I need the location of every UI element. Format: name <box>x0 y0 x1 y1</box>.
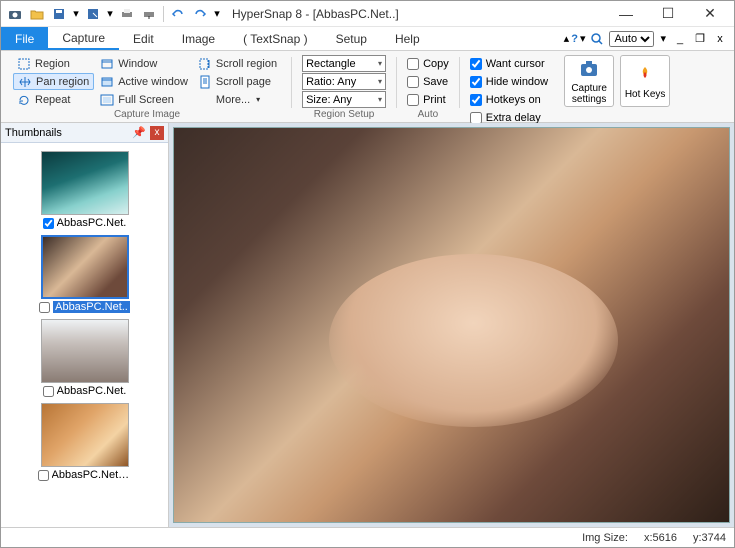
more-icon <box>198 93 212 107</box>
status-x: x:5616 <box>644 532 677 544</box>
status-y: y:3744 <box>693 532 726 544</box>
hot-keys-button[interactable]: Hot Keys <box>620 55 670 107</box>
capture-settings-button[interactable]: Capture settings <box>564 55 614 107</box>
menu-bar: File Capture Edit Image ( TextSnap ) Set… <box>1 27 734 51</box>
menu-capture[interactable]: Capture <box>48 27 119 50</box>
thumbnail-item[interactable]: AbbasPC.Net. <box>37 319 133 397</box>
zoom-icon[interactable] <box>589 31 605 47</box>
capture-pan-region[interactable]: Pan region <box>13 73 94 90</box>
ratio-combo[interactable]: Ratio: Any▾ <box>302 73 386 90</box>
menu-file[interactable]: File <box>1 27 48 50</box>
capture-full-screen[interactable]: Full Screen <box>96 91 192 108</box>
mdi-restore-button[interactable]: ❐ <box>692 31 708 47</box>
thumbnail-name: AbbasPC.Net. <box>57 385 127 397</box>
thumbnails-title: Thumbnails <box>5 127 62 139</box>
capture-repeat[interactable]: Repeat <box>13 91 94 108</box>
option-want-cursor[interactable]: Want cursor <box>470 55 548 72</box>
save-as-icon[interactable] <box>83 4 103 24</box>
redo-icon[interactable] <box>190 4 210 24</box>
capture-region[interactable]: Region <box>13 55 94 72</box>
thumbnail-checkbox[interactable] <box>38 470 49 481</box>
capture-window[interactable]: Window <box>96 55 192 72</box>
status-img-size-label: Img Size: <box>582 532 628 544</box>
minimize-button[interactable]: — <box>606 2 646 26</box>
thumbnail-item[interactable]: AbbasPC.Net_... <box>37 403 133 481</box>
capture-scroll-page[interactable]: Scroll page <box>194 73 281 90</box>
auto-save[interactable]: Save <box>407 73 449 90</box>
print-down-icon[interactable] <box>139 4 159 24</box>
thumbnail-name: AbbasPC.Net. <box>57 217 127 229</box>
print-icon[interactable] <box>117 4 137 24</box>
thumbnail-checkbox[interactable] <box>39 302 50 313</box>
window-icon <box>100 57 114 71</box>
status-bar: Img Size: x:5616 y:3744 <box>1 527 734 547</box>
option-hotkeys-on[interactable]: Hotkeys on <box>470 91 548 108</box>
menu-help[interactable]: Help <box>381 27 434 50</box>
thumbnail-name: AbbasPC.Net_... <box>52 469 132 481</box>
folder-open-icon[interactable] <box>27 4 47 24</box>
thumbnails-panel: Thumbnails 📌 x AbbasPC.Net. AbbasPC.Net..… <box>1 123 169 527</box>
scroll-page-icon <box>198 75 212 89</box>
full-screen-icon <box>100 93 114 107</box>
auto-copy[interactable]: Copy <box>407 55 449 72</box>
size-combo[interactable]: Size: Any▾ <box>302 91 386 108</box>
menu-textsnap[interactable]: ( TextSnap ) <box>229 27 321 50</box>
help-dropdown[interactable]: ▴?▾ <box>564 32 586 45</box>
thumbnail-checkbox[interactable] <box>43 386 54 397</box>
caret-down-icon[interactable]: ▾ <box>105 4 115 24</box>
thumbnail-item[interactable]: AbbasPC.Net.. <box>37 235 133 313</box>
close-panel-button[interactable]: x <box>150 126 164 140</box>
capture-settings-icon <box>577 57 601 81</box>
group-label-capture-image: Capture Image <box>114 108 180 122</box>
option-hide-window[interactable]: Hide window <box>470 73 548 90</box>
save-icon[interactable] <box>49 4 69 24</box>
caret-down-icon[interactable]: ▾ <box>212 4 222 24</box>
thumbnails-list[interactable]: AbbasPC.Net. AbbasPC.Net.. AbbasPC.Net. Abb… <box>1 143 168 527</box>
undo-icon[interactable] <box>168 4 188 24</box>
hot-keys-icon <box>633 63 657 87</box>
group-label-auto: Auto <box>418 108 439 122</box>
image-canvas[interactable] <box>173 127 730 523</box>
group-label-region-setup: Region Setup <box>314 108 375 122</box>
auto-print[interactable]: Print <box>407 91 449 108</box>
repeat-icon <box>17 93 31 107</box>
region-icon <box>17 57 31 71</box>
shape-combo[interactable]: Rectangle▾ <box>302 55 386 72</box>
camera-icon[interactable] <box>5 4 25 24</box>
pan-region-icon <box>18 75 32 89</box>
pin-icon[interactable]: 📌 <box>128 126 150 139</box>
capture-more-[interactable]: More...▾ <box>194 91 281 108</box>
capture-scroll-region[interactable]: Scroll region <box>194 55 281 72</box>
thumbnail-checkbox[interactable] <box>43 218 54 229</box>
scroll-region-icon <box>198 57 212 71</box>
capture-active-window[interactable]: Active window <box>96 73 192 90</box>
maximize-button[interactable]: ☐ <box>648 2 688 26</box>
caret-down-icon[interactable]: ▾ <box>71 4 81 24</box>
window-title: HyperSnap 8 - [AbbasPC.Net..] <box>232 7 399 21</box>
ribbon: RegionPan regionRepeat WindowActive wind… <box>1 51 734 123</box>
thumbnail-name: AbbasPC.Net.. <box>53 301 130 313</box>
active-window-icon <box>100 75 114 89</box>
mdi-close-button[interactable]: x <box>712 31 728 47</box>
separator <box>163 6 164 22</box>
zoom-select[interactable]: Auto <box>609 31 654 47</box>
menu-image[interactable]: Image <box>168 27 229 50</box>
close-button[interactable]: ✕ <box>690 2 730 26</box>
thumbnail-item[interactable]: AbbasPC.Net. <box>37 151 133 229</box>
menu-setup[interactable]: Setup <box>322 27 381 50</box>
displayed-image <box>174 128 729 522</box>
menu-edit[interactable]: Edit <box>119 27 168 50</box>
mdi-minimize-button[interactable]: _ <box>672 31 688 47</box>
